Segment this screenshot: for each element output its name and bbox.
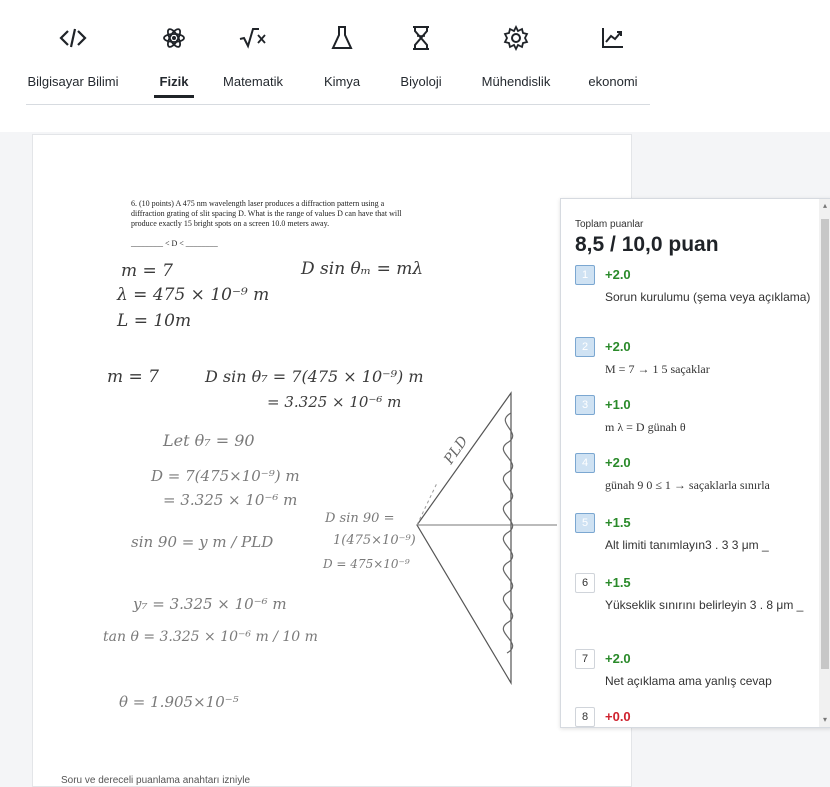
tab-math[interactable]: Matematik: [220, 24, 286, 104]
question-line: diffraction grating of slit spacing D. W…: [131, 209, 402, 218]
sqrt-icon: [239, 28, 266, 49]
rubric-description: Sorun kurulumu (şema veya açıklama): [605, 290, 811, 304]
tab-label: Matematik: [223, 74, 283, 89]
rubric-item[interactable]: 6 +1.5 Yükseklik sınırını belirleyin 3 .…: [575, 573, 815, 649]
rubric-points: +2.0: [605, 339, 631, 354]
code-icon: [59, 28, 87, 48]
rubric-badge[interactable]: 8: [575, 707, 595, 727]
scroll-thumb[interactable]: [821, 219, 829, 669]
rubric-list: 1 +2.0 Sorun kurulumu (şema veya açıklam…: [575, 265, 815, 727]
rubric-item[interactable]: 7 +2.0 Net açıklama ama yanlış cevap: [575, 649, 815, 707]
handwriting-d2: = 3.325 × 10⁻⁶ m: [163, 491, 298, 509]
rubric-badge[interactable]: 5: [575, 513, 595, 533]
handwriting-equation: D sin θₘ = mλ: [301, 259, 424, 279]
rubric-points: +1.5: [605, 515, 631, 530]
handwriting-y7: y₇ = 3.325 × 10⁻⁶ m: [133, 595, 287, 613]
atom-icon: [163, 28, 185, 48]
handwriting-m2: m = 7: [107, 367, 159, 387]
handwriting-dsin2: 1(475×10⁻⁹): [333, 533, 416, 548]
rubric-badge[interactable]: 3: [575, 395, 595, 415]
handwriting-length: L = 10m: [117, 311, 192, 331]
rubric-points: +2.0: [605, 267, 631, 282]
scroll-down-icon[interactable]: ▾: [821, 715, 829, 725]
handwriting-let: Let θ₇ = 90: [163, 431, 255, 450]
rubric-points: +0.0: [605, 709, 631, 724]
rubric-description: Alt limiti tanımlayın3 . 3 3 μm _: [605, 538, 769, 552]
panel-scrollbar[interactable]: ▴ ▾: [819, 199, 830, 727]
tab-label: Mühendislik: [481, 74, 551, 89]
rubric-badge[interactable]: 2: [575, 337, 595, 357]
rubric-item[interactable]: 8 +0.0: [575, 707, 815, 727]
handwriting-dsin3: D = 475×10⁻⁹: [323, 557, 410, 571]
scroll-up-icon[interactable]: ▴: [821, 201, 829, 211]
handwriting-tan: tan θ = 3.325 × 10⁻⁶ m / 10 m: [103, 629, 318, 645]
score-panel: Toplam puanlar 8,5 / 10,0 puan 1 +2.0 So…: [560, 198, 830, 728]
handwriting-lambda: λ = 475 × 10⁻⁹ m: [117, 285, 270, 305]
rubric-item[interactable]: 1 +2.0 Sorun kurulumu (şema veya açıklam…: [575, 265, 815, 337]
tab-economics[interactable]: ekonomi: [586, 24, 640, 104]
rubric-item[interactable]: 5 +1.5 Alt limiti tanımlayın3 . 3 3 μm _: [575, 513, 815, 573]
rubric-points: +2.0: [605, 455, 631, 470]
subject-tabs: Bilgisayar Bilimi Fizik Matematik Kimya: [0, 0, 830, 132]
tab-engineering[interactable]: Mühendislik: [478, 24, 554, 104]
rubric-item[interactable]: 3 +1.0 m λ = D günah θ: [575, 395, 815, 453]
rubric-badge[interactable]: 4: [575, 453, 595, 473]
tabs-row: Bilgisayar Bilimi Fizik Matematik Kimya: [18, 24, 658, 104]
question-line: 6. (10 points) A 475 nm wavelength laser…: [131, 199, 385, 208]
rubric-points: +1.5: [605, 575, 631, 590]
rubric-badge[interactable]: 6: [575, 573, 595, 593]
hourglass-icon: [413, 26, 429, 50]
rubric-item[interactable]: 4 +2.0 günah 9 0 ≤ 1 → saçaklarla sınırl…: [575, 453, 815, 513]
total-score: 8,5 / 10,0 puan: [575, 233, 719, 256]
panel-title: Toplam puanlar: [575, 219, 644, 230]
rubric-description: m λ = D günah θ: [605, 420, 686, 434]
question-text: 6. (10 points) A 475 nm wavelength laser…: [131, 199, 521, 229]
handwriting-calc2: = 3.325 × 10⁻⁶ m: [267, 393, 402, 411]
footer-note: Soru ve dereceli puanlama anahtarı izniy…: [61, 775, 250, 786]
handwriting-m: m = 7: [121, 261, 173, 281]
trend-chart-icon: [602, 28, 623, 48]
handwriting-sin90: sin 90 = y m / PLD: [131, 533, 274, 551]
tab-label: Fizik: [159, 74, 189, 89]
rubric-item[interactable]: 2 +2.0 M = 7 → 1 5 saçaklar: [575, 337, 815, 395]
pld-label: PLD: [441, 434, 472, 469]
tab-label: ekonomi: [588, 74, 638, 89]
tab-label: Kimya: [323, 74, 361, 89]
handwriting-dsin: D sin 90 =: [325, 511, 395, 526]
rubric-points: +1.0: [605, 397, 631, 412]
rubric-description: Yükseklik sınırını belirleyin 3 . 8 μm _: [605, 598, 804, 612]
gear-icon: [503, 24, 529, 52]
answer-sheet: 6. (10 points) A 475 nm wavelength laser…: [32, 134, 632, 787]
rubric-points: +2.0: [605, 651, 631, 666]
rubric-description: M = 7 → 1 5 saçaklar: [605, 362, 710, 376]
tab-physics[interactable]: Fizik: [154, 24, 194, 104]
handwriting-calc1: D sin θ₇ = 7(475 × 10⁻⁹) m: [205, 367, 424, 386]
tab-label: Bilgisayar Bilimi: [27, 74, 119, 89]
diffraction-sketch: PLD: [416, 391, 557, 686]
rubric-badge[interactable]: 7: [575, 649, 595, 669]
flask-icon: [331, 26, 353, 49]
answer-blank: ________ < D < ________: [131, 239, 218, 248]
rubric-description: Net açıklama ama yanlış cevap: [605, 674, 772, 688]
tab-biology[interactable]: Biyoloji: [396, 24, 446, 104]
tab-chemistry[interactable]: Kimya: [322, 24, 362, 104]
question-line: produce exactly 15 bright spots on a scr…: [131, 219, 330, 228]
rubric-badge[interactable]: 1: [575, 265, 595, 285]
tab-computer-science[interactable]: Bilgisayar Bilimi: [18, 24, 128, 104]
handwriting-theta: θ = 1.905×10⁻⁵: [119, 693, 239, 711]
tab-label: Biyoloji: [400, 74, 442, 89]
handwriting-d1: D = 7(475×10⁻⁹) m: [151, 467, 300, 485]
rubric-description: günah 9 0 ≤ 1 → saçaklarla sınırla: [605, 478, 770, 492]
tabs-divider: [26, 104, 650, 105]
